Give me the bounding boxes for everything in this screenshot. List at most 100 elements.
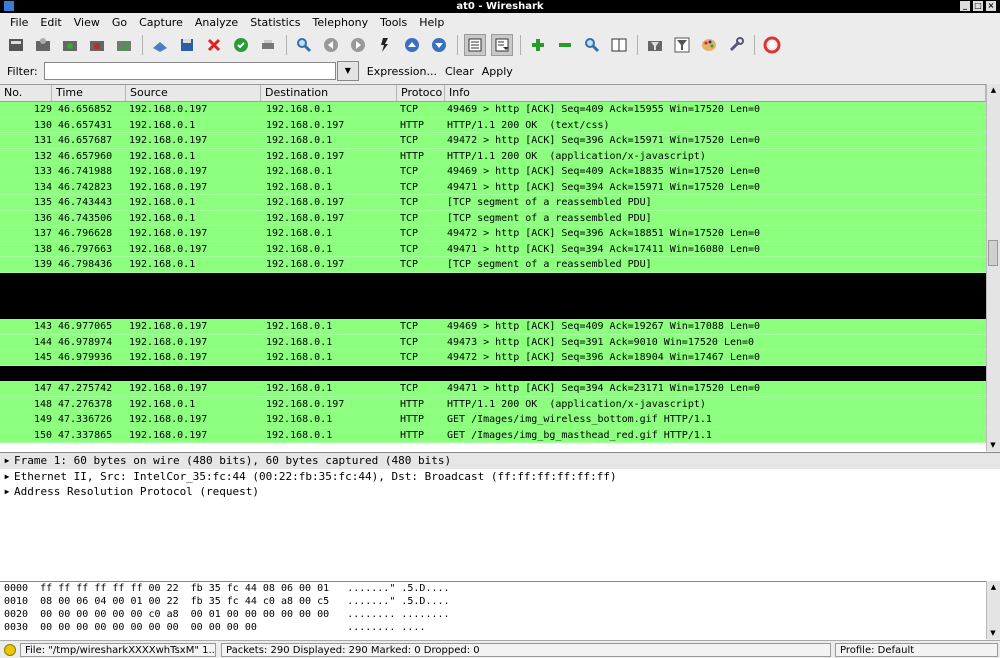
- packet-row[interactable]: 149 47.336726 192.168.0.197 192.168.0.1 HTTP…: [0, 412, 986, 428]
- column-header-source[interactable]: Source: [126, 85, 261, 101]
- scroll-up-icon[interactable]: ▲: [987, 84, 1000, 96]
- menu-file[interactable]: File: [10, 16, 28, 29]
- open-file-icon[interactable]: [149, 34, 171, 56]
- menu-capture[interactable]: Capture: [139, 16, 183, 29]
- zoom-in-icon[interactable]: [527, 34, 549, 56]
- packet-list-scrollbar[interactable]: ▲ ▼: [986, 84, 1000, 451]
- cell-source: [126, 273, 261, 289]
- packet-row[interactable]: [0, 303, 986, 319]
- expand-arrow-icon[interactable]: ▶: [0, 453, 14, 469]
- packet-row[interactable]: 135 46.743443 192.168.0.1 192.168.0.197 TCP […: [0, 195, 986, 211]
- coloring-rules-icon[interactable]: [698, 34, 720, 56]
- save-file-icon[interactable]: [176, 34, 198, 56]
- cell-protocol: TCP: [400, 135, 419, 146]
- close-file-icon[interactable]: [203, 34, 225, 56]
- restart-capture-icon[interactable]: [113, 34, 135, 56]
- column-header-protocol[interactable]: Protoco: [397, 85, 445, 101]
- scroll-down-icon[interactable]: ▼: [987, 627, 999, 639]
- zoom-out-icon[interactable]: [554, 34, 576, 56]
- bytes-scrollbar[interactable]: ▲ ▼: [986, 581, 1000, 639]
- cell-info: [TCP segment of a reassembled PDU]: [447, 212, 652, 224]
- packet-row[interactable]: [0, 288, 986, 304]
- scrollbar-thumb[interactable]: [988, 240, 998, 266]
- menu-view[interactable]: View: [74, 16, 100, 29]
- packet-row[interactable]: 134 46.742823 192.168.0.197 192.168.0.1 TCP 4…: [0, 179, 986, 195]
- stop-capture-icon[interactable]: [86, 34, 108, 56]
- maximize-button[interactable]: □: [973, 1, 983, 11]
- packet-row[interactable]: 133 46.741988 192.168.0.197 192.168.0.1 TCP 4…: [0, 164, 986, 180]
- packet-row[interactable]: 148 47.276378 192.168.0.1 192.168.0.197 HTTP…: [0, 396, 986, 412]
- cell-time: 46.796628: [58, 228, 113, 239]
- packet-row[interactable]: 147 47.275742 192.168.0.197 192.168.0.1 TCP 4…: [0, 381, 986, 397]
- packet-row[interactable]: [0, 365, 986, 382]
- scroll-down-icon[interactable]: ▼: [987, 439, 999, 451]
- packet-row[interactable]: 138 46.797663 192.168.0.197 192.168.0.1 TCP 4…: [0, 241, 986, 257]
- display-filters-icon[interactable]: [671, 34, 693, 56]
- resize-columns-icon[interactable]: [608, 34, 630, 56]
- column-header-info[interactable]: Info: [445, 85, 986, 101]
- packet-row[interactable]: 139 46.798436 192.168.0.1 192.168.0.197 TCP […: [0, 257, 986, 273]
- menu-telephony[interactable]: Telephony: [313, 16, 369, 29]
- reload-icon[interactable]: [230, 34, 252, 56]
- auto-scroll-icon[interactable]: [491, 34, 513, 56]
- go-forward-icon[interactable]: [347, 34, 369, 56]
- find-packet-icon[interactable]: [293, 34, 315, 56]
- menu-statistics[interactable]: Statistics: [250, 16, 300, 29]
- go-last-icon[interactable]: [428, 34, 450, 56]
- clear-filter-button[interactable]: Clear: [445, 65, 474, 78]
- packet-row[interactable]: 130 46.657431 192.168.0.1 192.168.0.197 HTTP…: [0, 117, 986, 133]
- minimize-button[interactable]: _: [960, 1, 970, 11]
- menu-help[interactable]: Help: [419, 16, 444, 29]
- colorize-icon[interactable]: [464, 34, 486, 56]
- start-capture-icon[interactable]: [59, 34, 81, 56]
- packet-row[interactable]: 137 46.796628 192.168.0.197 192.168.0.1 TCP 4…: [0, 226, 986, 242]
- capture-filters-icon[interactable]: [644, 34, 666, 56]
- cell-destination: [261, 366, 397, 382]
- menu-edit[interactable]: Edit: [40, 16, 61, 29]
- packet-bytes-pane[interactable]: 0000 ff ff ff ff ff ff 00 22 fb 35 fc 44…: [0, 581, 986, 640]
- menu-go[interactable]: Go: [112, 16, 127, 29]
- normal-size-icon[interactable]: [581, 34, 603, 56]
- bytes-offset: 0030: [4, 622, 29, 633]
- column-header-destination[interactable]: Destination: [261, 85, 397, 101]
- packet-row[interactable]: 131 46.657687 192.168.0.197 192.168.0.1 TCP 4…: [0, 133, 986, 149]
- column-header-no[interactable]: No.: [0, 85, 52, 101]
- close-window-button[interactable]: ×: [986, 1, 996, 11]
- menu-analyze[interactable]: Analyze: [195, 16, 238, 29]
- expert-info-icon[interactable]: [4, 643, 16, 656]
- packet-details-pane[interactable]: ▶ Frame 1: 60 bytes on wire (480 bits), 6…: [0, 452, 1000, 581]
- capture-options-icon[interactable]: [32, 34, 54, 56]
- expression-button[interactable]: Expression...: [367, 65, 437, 78]
- scroll-up-icon[interactable]: ▲: [987, 581, 1000, 593]
- interface-list-icon[interactable]: [5, 34, 27, 56]
- filter-dropdown-button[interactable]: ▼: [336, 61, 359, 81]
- help-icon[interactable]: [761, 34, 783, 56]
- filter-input[interactable]: [43, 62, 336, 80]
- detail-frame[interactable]: ▶ Frame 1: 60 bytes on wire (480 bits), 6…: [0, 453, 1000, 469]
- packet-row[interactable]: 144 46.978974 192.168.0.197 192.168.0.1 TCP 4…: [0, 334, 986, 350]
- packet-list[interactable]: No. Time Source Destination Protoco Info…: [0, 84, 986, 452]
- bytes-offset: 0020: [4, 609, 29, 620]
- packet-row[interactable]: 129 46.656852 192.168.0.197 192.168.0.1 TCP 4…: [0, 102, 986, 118]
- cell-no: 149: [33, 414, 52, 425]
- packet-row[interactable]: 150 47.337865 192.168.0.197 192.168.0.1 HTTP…: [0, 427, 986, 443]
- detail-ethernet[interactable]: ▶ Ethernet II, Src: IntelCor_35:fc:44 (00…: [0, 469, 1000, 485]
- menu-tools[interactable]: Tools: [380, 16, 407, 29]
- preferences-icon[interactable]: [725, 34, 747, 56]
- packet-row[interactable]: 132 46.657960 192.168.0.1 192.168.0.197 HTTP…: [0, 148, 986, 164]
- column-header-time[interactable]: Time: [52, 85, 126, 101]
- go-back-icon[interactable]: [320, 34, 342, 56]
- detail-arp[interactable]: ▶ Address Resolution Protocol (request): [0, 484, 1000, 500]
- go-to-packet-icon[interactable]: [374, 34, 396, 56]
- packet-row[interactable]: 145 46.979936 192.168.0.197 192.168.0.1 TCP 4…: [0, 350, 986, 366]
- expand-arrow-icon[interactable]: ▶: [0, 469, 14, 485]
- packet-row[interactable]: 136 46.743506 192.168.0.1 192.168.0.197 TCP […: [0, 210, 986, 226]
- cell-info: [TCP segment of a reassembled PDU]: [447, 197, 652, 208]
- print-icon[interactable]: [257, 34, 279, 56]
- packet-row[interactable]: [0, 272, 986, 289]
- status-profile[interactable]: Profile: Default: [835, 642, 998, 657]
- packet-row[interactable]: 143 46.977065 192.168.0.197 192.168.0.1 TCP 4…: [0, 319, 986, 335]
- go-first-icon[interactable]: [401, 34, 423, 56]
- apply-filter-button[interactable]: Apply: [482, 65, 513, 78]
- expand-arrow-icon[interactable]: ▶: [0, 484, 14, 500]
